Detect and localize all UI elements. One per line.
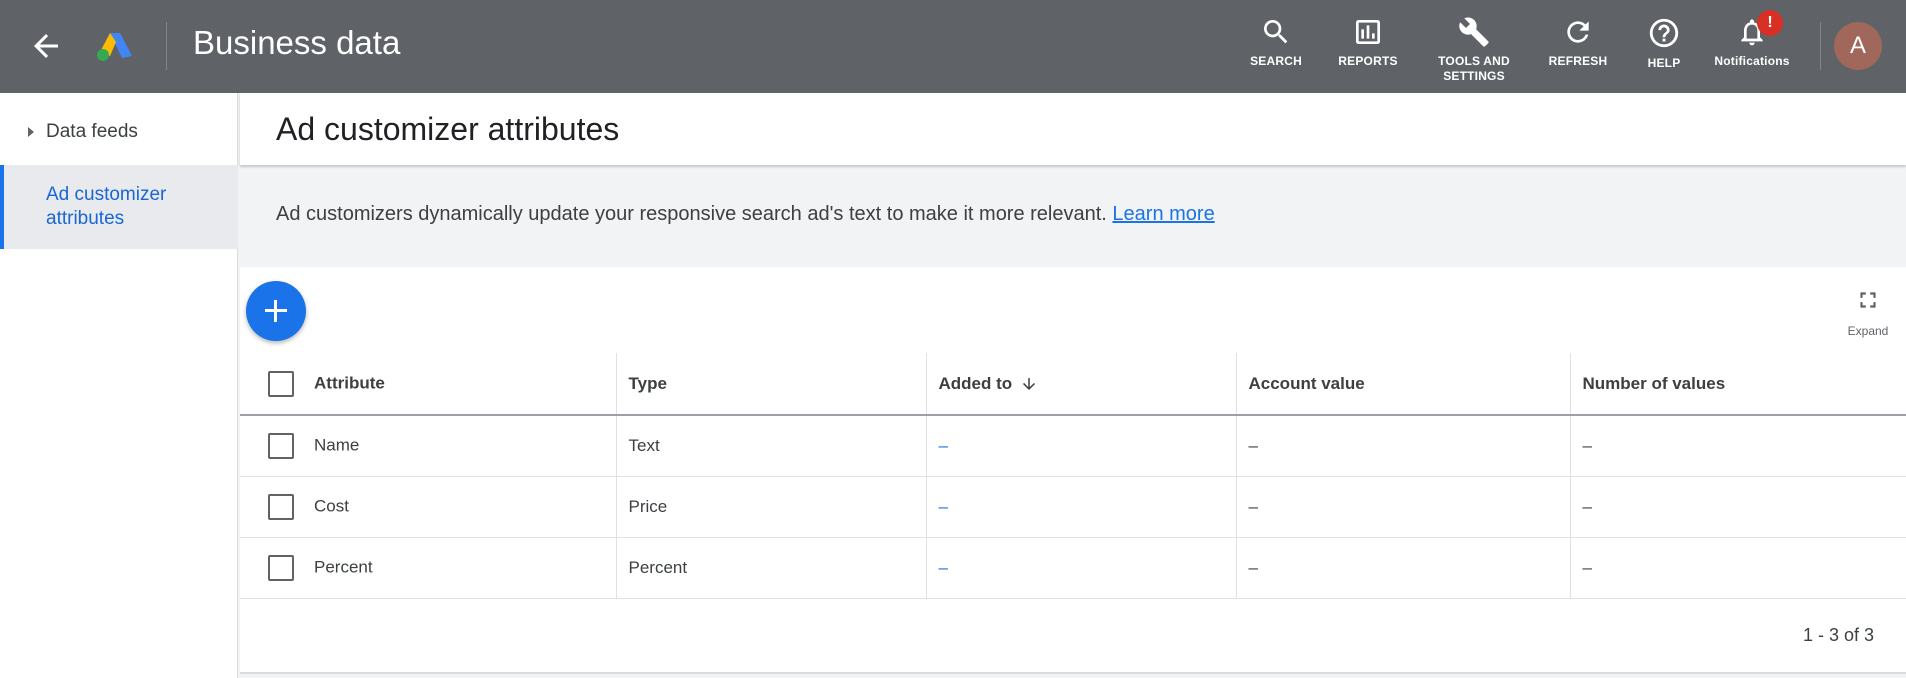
- notifications-label: Notifications: [1714, 54, 1790, 68]
- added-to-cell[interactable]: –: [925, 537, 1236, 599]
- info-text: Ad customizers dynamically update your r…: [276, 203, 1107, 225]
- row-checkbox[interactable]: [268, 432, 294, 459]
- attribute-name: Name: [314, 435, 360, 455]
- tools-settings-label: TOOLS AND SETTINGS: [1438, 54, 1510, 83]
- attribute-cell: Percent: [240, 537, 616, 599]
- search-tool-button[interactable]: SEARCH: [1248, 16, 1304, 69]
- sidebar: Data feeds Ad customizer attributes: [0, 93, 238, 678]
- num-values-cell: –: [1569, 415, 1906, 477]
- expand-button[interactable]: Expand: [1838, 287, 1898, 338]
- column-header-attribute[interactable]: Attribute: [240, 353, 616, 416]
- avatar[interactable]: A: [1834, 22, 1882, 70]
- refresh-tool-button[interactable]: REFRESH: [1546, 16, 1610, 69]
- account-value-cell: –: [1235, 537, 1570, 599]
- table-row: Name Text – – –: [240, 415, 1906, 477]
- info-banner: Ad customizers dynamically update your r…: [276, 203, 1215, 226]
- account-value-cell: –: [1235, 415, 1570, 477]
- row-checkbox[interactable]: [268, 554, 294, 581]
- num-values-cell: –: [1569, 476, 1906, 538]
- column-label: Number of values: [1582, 373, 1726, 393]
- top-bar: Business data SEARCH REPORTS TOOLS AND S…: [0, 0, 1906, 93]
- header-divider: [1820, 22, 1821, 70]
- account-value-cell: –: [1235, 476, 1570, 538]
- caret-right-icon[interactable]: [28, 127, 34, 137]
- wrench-icon: [1459, 17, 1489, 47]
- attributes-table: Attribute Type Added to Account value Nu…: [240, 353, 1906, 599]
- fullscreen-icon: [1860, 292, 1876, 308]
- type-cell: Text: [615, 415, 926, 477]
- column-label: Type: [628, 373, 667, 393]
- table-row: Cost Price – – –: [240, 476, 1906, 538]
- added-to-cell[interactable]: –: [925, 415, 1236, 477]
- google-ads-logo[interactable]: [96, 30, 134, 62]
- help-label: HELP: [1647, 56, 1681, 70]
- reports-icon: [1356, 20, 1380, 44]
- attribute-cell: Cost: [240, 476, 616, 538]
- column-label: Added to: [938, 373, 1013, 393]
- learn-more-link[interactable]: Learn more: [1112, 203, 1214, 225]
- notification-badge: !: [1757, 10, 1783, 36]
- tools-settings-button[interactable]: TOOLS AND SETTINGS: [1432, 16, 1516, 84]
- sidebar-item-data-feeds[interactable]: Data feeds: [0, 119, 238, 159]
- page-title: Ad customizer attributes: [276, 111, 620, 147]
- column-header-number-of-values[interactable]: Number of values: [1569, 353, 1906, 416]
- column-header-type[interactable]: Type: [615, 353, 926, 416]
- reports-tool-button[interactable]: REPORTS: [1336, 16, 1400, 69]
- column-label: Attribute: [314, 372, 385, 392]
- row-checkbox[interactable]: [268, 493, 294, 520]
- column-header-added-to[interactable]: Added to: [925, 353, 1236, 416]
- search-label: SEARCH: [1250, 54, 1302, 68]
- attribute-name: Percent: [314, 556, 373, 576]
- table-header-row: Attribute Type Added to Account value Nu…: [240, 353, 1906, 416]
- attributes-card: Expand Attribute Type Added to Account v…: [240, 267, 1906, 674]
- pagination-summary: 1 - 3 of 3: [1802, 625, 1874, 645]
- app-title: Business data: [193, 24, 401, 61]
- add-attribute-button[interactable]: [246, 281, 306, 341]
- refresh-label: REFRESH: [1548, 54, 1608, 68]
- attribute-name: Cost: [314, 495, 349, 515]
- num-values-cell: –: [1569, 537, 1906, 599]
- sidebar-item-label: Ad customizer attributes: [46, 184, 167, 229]
- sidebar-item-label: Data feeds: [46, 121, 138, 142]
- type-cell: Price: [615, 476, 926, 538]
- sidebar-item-ad-customizer-attributes[interactable]: Ad customizer attributes: [0, 165, 238, 249]
- table-row: Percent Percent – – –: [240, 537, 1906, 599]
- select-all-checkbox[interactable]: [268, 370, 294, 397]
- type-cell: Percent: [615, 537, 926, 599]
- refresh-icon: [1567, 21, 1589, 43]
- back-arrow-icon[interactable]: [28, 28, 64, 64]
- page-header: Ad customizer attributes: [240, 93, 1906, 165]
- reports-label: REPORTS: [1338, 54, 1398, 68]
- added-to-cell[interactable]: –: [925, 476, 1236, 538]
- sort-descending-icon[interactable]: [1020, 375, 1038, 393]
- attribute-cell: Name: [240, 415, 616, 477]
- help-tool-button[interactable]: HELP: [1642, 16, 1686, 71]
- column-header-account-value[interactable]: Account value: [1235, 353, 1570, 416]
- header-divider: [166, 22, 167, 70]
- help-icon: [1649, 18, 1679, 48]
- expand-label: Expand: [1847, 324, 1889, 338]
- search-icon: [1264, 20, 1288, 44]
- column-label: Account value: [1248, 373, 1365, 393]
